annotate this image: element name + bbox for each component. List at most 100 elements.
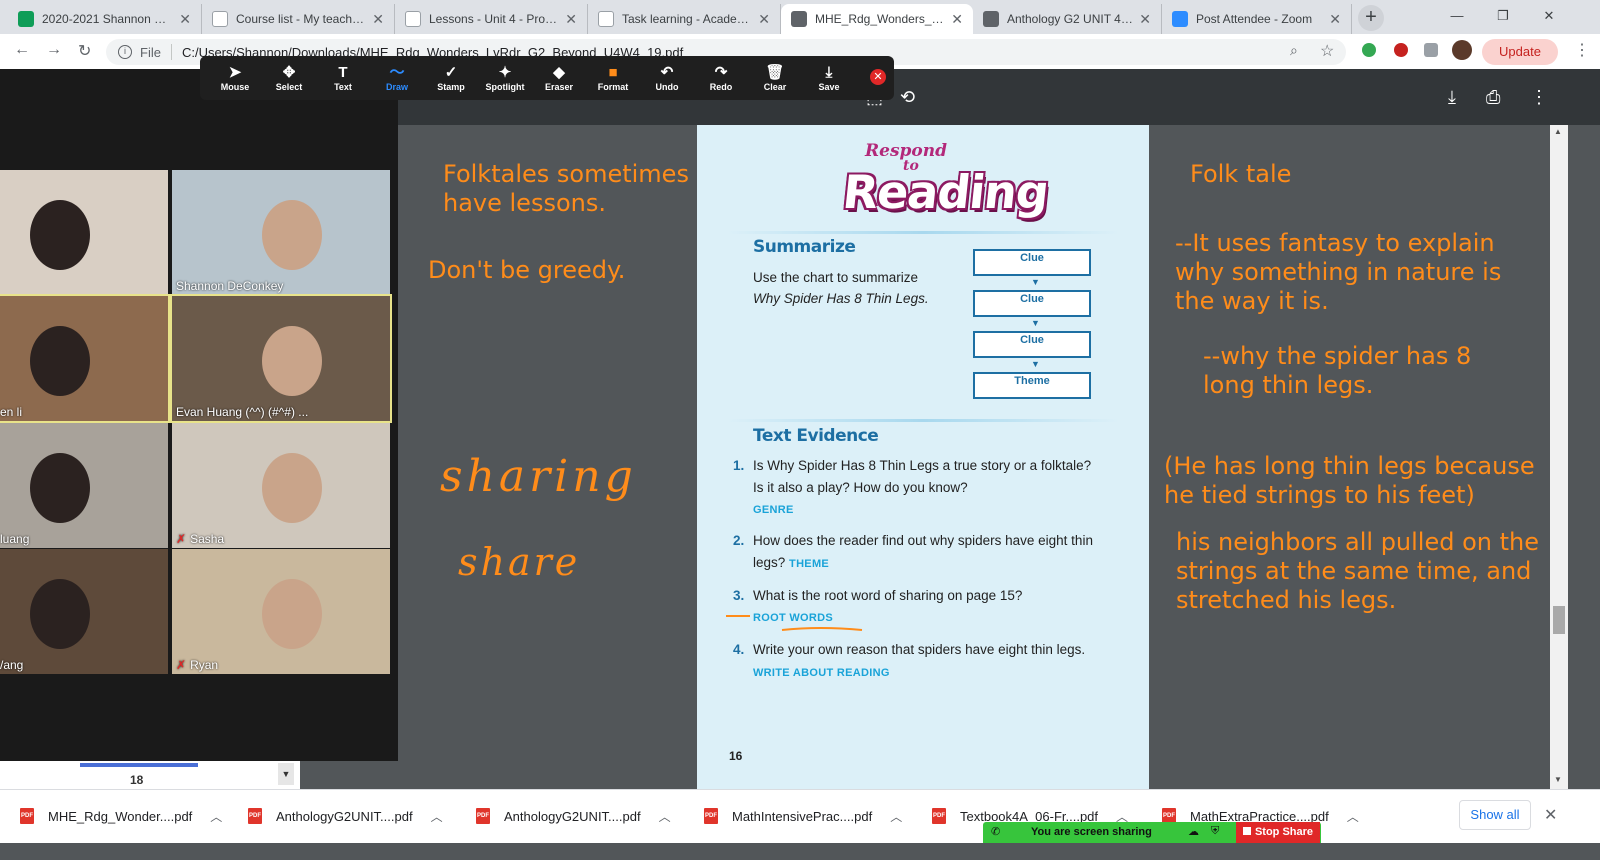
tool-select[interactable]: ✥ Select [262,64,316,92]
tool-eraser[interactable]: ◆ Eraser [532,64,586,92]
video-tile[interactable]: Evan Huang (^^) (#^#) ... [170,294,392,423]
pdf-file-icon: PDF [248,808,262,824]
update-button[interactable]: Update [1482,39,1558,65]
close-shelf-icon[interactable]: ✕ [1544,805,1557,825]
zoom-icon [1172,11,1188,27]
video-tile[interactable]: en li [0,294,170,423]
chevron-up-icon[interactable]: ︿ [890,808,902,825]
minimize-button[interactable]: — [1434,4,1480,28]
handwritten-share: share [458,540,581,584]
participant-face [30,326,90,396]
tool-stamp[interactable]: ✓ Stamp [424,64,478,92]
tool-clear[interactable]: 🗑 Clear [748,64,802,92]
tool-draw[interactable]: 〜 Draw [370,64,424,92]
info-icon[interactable]: i [118,45,132,59]
participant-name: luang [0,532,29,546]
tool-undo[interactable]: ↶ Undo [640,64,694,92]
participant-name-text: Evan Huang (^^) (#^#) ... [176,405,309,419]
participant-face [30,579,90,649]
download-item[interactable]: PDF MathIntensivePrac....pdf ︿ [704,804,902,828]
browser-tab[interactable]: 2020-2021 Shannon DeC ✕ [8,4,202,34]
tool-label: Select [275,82,303,92]
chrome-menu-icon[interactable]: ⋮ [1574,40,1590,60]
close-annotation-icon[interactable]: ✕ [870,69,886,85]
participant-name-text: Shannon DeConkey [176,279,284,293]
video-tile[interactable]: ✗ Ryan [172,549,390,674]
browser-tab[interactable]: Post Attendee - Zoom ✕ [1162,4,1352,34]
restore-button[interactable]: ❐ [1480,4,1526,28]
profile-avatar[interactable] [1452,40,1472,60]
browser-tab[interactable]: Anthology G2 UNIT 4.pd ✕ [973,4,1162,34]
pdf-scrollbar[interactable] [1550,125,1568,789]
participant-name: /ang [0,658,23,672]
stop-share-button[interactable]: Stop Share [1236,822,1320,843]
omnibox-separator [170,44,172,60]
download-filename: AnthologyG2UNIT....pdf [276,808,413,824]
close-tab-icon[interactable]: ✕ [1329,11,1341,28]
chevron-up-icon[interactable]: ︿ [1347,808,1359,825]
video-tile[interactable]: /ang [0,549,168,674]
close-tab-icon[interactable]: ✕ [1139,11,1151,28]
browser-tab[interactable]: Task learning - Academy ✕ [588,4,781,34]
forward-icon[interactable]: → [46,41,62,59]
annotation-lessons: Folktales sometimes have lessons. [443,160,689,217]
show-all-button[interactable]: Show all [1459,800,1531,830]
check-icon: ✓ [444,64,458,81]
reload-icon[interactable]: ↻ [78,41,91,61]
close-tab-icon[interactable]: ✕ [372,11,384,28]
doc-icon [212,11,228,27]
gallery-scroll-down-icon[interactable]: ▼ [278,763,294,785]
page-number: 16 [729,749,743,763]
scroll-thumb[interactable] [1553,606,1565,634]
scheme-label: File [140,44,161,60]
tool-redo[interactable]: ↷ Redo [694,64,748,92]
download-item[interactable]: PDF AnthologyG2UNIT....pdf ︿ [248,804,443,828]
undo-icon: ↶ [660,64,674,81]
chevron-up-icon[interactable]: ︿ [210,808,222,825]
scroll-down-icon[interactable]: ▼ [1554,775,1562,784]
redo-icon: ↷ [714,64,728,81]
video-tile[interactable] [0,170,168,295]
browser-tab[interactable]: Course list - My teaching ✕ [202,4,395,34]
participant-face [262,326,322,396]
tool-text[interactable]: T Text [316,64,370,92]
new-tab-button[interactable]: + [1358,5,1384,31]
scroll-up-icon[interactable]: ▲ [1554,127,1562,136]
download-item[interactable]: PDF MHE_Rdg_Wonder....pdf ︿ [20,804,222,828]
rotate-icon[interactable]: ⟲ [900,87,915,108]
bookmark-star-icon[interactable]: ☆ [1320,41,1334,61]
tool-label: Spotlight [485,82,525,92]
reading-heading: Reading [840,165,1051,219]
close-tab-icon[interactable]: ✕ [179,11,191,28]
close-tab-icon[interactable]: ✕ [565,11,577,28]
pdf-menu-icon[interactable]: ⋮ [1530,87,1548,108]
theme-box: Theme [973,372,1091,399]
tool-format[interactable]: ■ Format [586,64,640,92]
sheets-icon [18,11,34,27]
chevron-up-icon[interactable]: ︿ [431,808,443,825]
close-tab-icon[interactable]: ✕ [951,11,963,28]
tool-label: Redo [709,82,733,92]
extension-green-icon[interactable] [1362,43,1376,57]
participant-name-text: Ryan [190,658,219,672]
zoom-lens-icon[interactable]: ⌕ [1290,42,1298,59]
back-icon[interactable]: ← [14,41,30,59]
tool-mouse[interactable]: ➤ Mouse [208,64,262,92]
print-icon[interactable]: ⎙ [1486,87,1500,108]
close-tab-icon[interactable]: ✕ [758,11,770,28]
close-window-button[interactable]: ✕ [1526,4,1572,28]
video-tile[interactable]: luang [0,423,168,548]
tool-spotlight[interactable]: ✦ Spotlight [478,64,532,92]
participant-face [262,579,322,649]
browser-tab[interactable]: MHE_Rdg_Wonders_LvR ✕ [781,4,973,34]
extensions-puzzle-icon[interactable] [1424,43,1438,57]
tool-save[interactable]: ⤓ Save [802,64,856,92]
participant-face [262,453,322,523]
download-icon[interactable]: ⤓ [1448,87,1456,108]
download-item[interactable]: PDF AnthologyG2UNIT....pdf ︿ [476,804,671,828]
video-tile[interactable]: Shannon DeConkey [172,170,390,295]
chevron-up-icon[interactable]: ︿ [659,808,671,825]
video-tile[interactable]: ✗ Sasha [172,423,390,548]
extension-red-icon[interactable] [1394,43,1408,57]
browser-tab[interactable]: Lessons - Unit 4 - Progra ✕ [395,4,588,34]
